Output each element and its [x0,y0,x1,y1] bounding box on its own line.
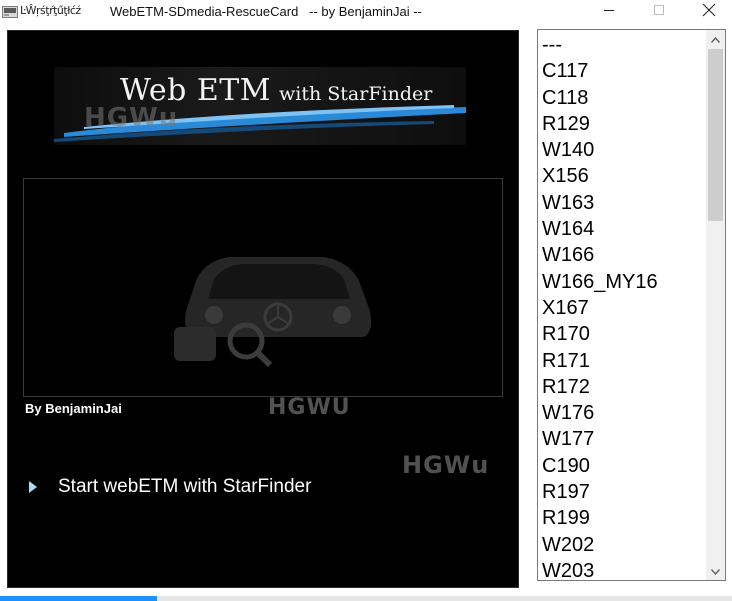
list-item[interactable]: W164 [538,216,706,242]
list-item[interactable]: W163 [538,190,706,216]
list-item[interactable]: W140 [538,137,706,163]
bottom-watermark: HGWu [402,451,490,479]
image-frame: HGWU [23,178,503,420]
app-icon[interactable] [2,5,18,19]
author-label: By BenjaminJai [25,401,122,416]
banner-title: Web ETM with StarFinder [120,73,432,108]
list-item[interactable]: C118 [538,85,706,111]
list-item[interactable]: W166 [538,242,706,268]
scroll-down-icon [710,562,721,580]
list-item[interactable]: R171 [538,348,706,374]
close-button[interactable] [686,0,732,24]
list-item[interactable]: W203 [538,558,706,580]
scroll-thumb[interactable] [708,49,723,221]
list-item[interactable]: --- [538,32,706,58]
frame-watermark: HGWU [268,395,351,420]
list-item[interactable]: W176 [538,400,706,426]
list-item[interactable]: X167 [538,295,706,321]
list-item[interactable]: W166_MY16 [538,269,706,295]
model-list: --- C117 C118 R129 W140 X156 W163 W164 W… [538,32,706,580]
scroll-down-button[interactable] [706,562,725,580]
car-search-logo-icon [174,257,372,368]
close-icon [702,3,716,22]
minimize-icon [603,3,615,21]
start-webetm-label: Start webETM with StarFinder [58,476,312,497]
webetm-banner: HGWu Web ETM with StarFinder [54,67,466,145]
list-item[interactable]: R172 [538,374,706,400]
banner-subtitle: with StarFinder [279,83,433,105]
list-item[interactable]: X156 [538,163,706,189]
scroll-up-button[interactable] [706,30,725,48]
play-arrow-icon [28,480,42,494]
list-item[interactable]: R170 [538,321,706,347]
list-item[interactable]: R197 [538,479,706,505]
maximize-icon [653,3,665,21]
maximize-button[interactable] [636,0,682,24]
banner-title-main: Web ETM [120,73,272,108]
list-item[interactable]: W202 [538,532,706,558]
list-item[interactable]: R129 [538,111,706,137]
scroll-up-icon [710,30,721,48]
start-webetm-button[interactable]: Start webETM with StarFinder [28,475,311,499]
list-item[interactable]: C190 [538,453,706,479]
model-listbox[interactable]: --- C117 C118 R129 W140 X156 W163 W164 W… [537,29,726,581]
main-panel: HGWu Web ETM with StarFinder HGWU By Benj… [7,30,519,588]
list-item[interactable]: C117 [538,58,706,84]
progress-fill [0,596,158,601]
list-scrollbar[interactable] [706,30,725,580]
progress-bar [0,596,732,601]
list-item[interactable]: R199 [538,505,706,531]
title-bar[interactable]: ĿŴŗśţŕţűţłćź WebETM-SDmedia-RescueCard -… [0,0,732,24]
minimize-button[interactable] [586,0,632,24]
list-item[interactable]: W177 [538,426,706,452]
window-title-prefix: ĿŴŗśţŕţűţłćź [20,4,81,17]
window-title: WebETM-SDmedia-RescueCard -- by Benjamin… [110,4,422,19]
